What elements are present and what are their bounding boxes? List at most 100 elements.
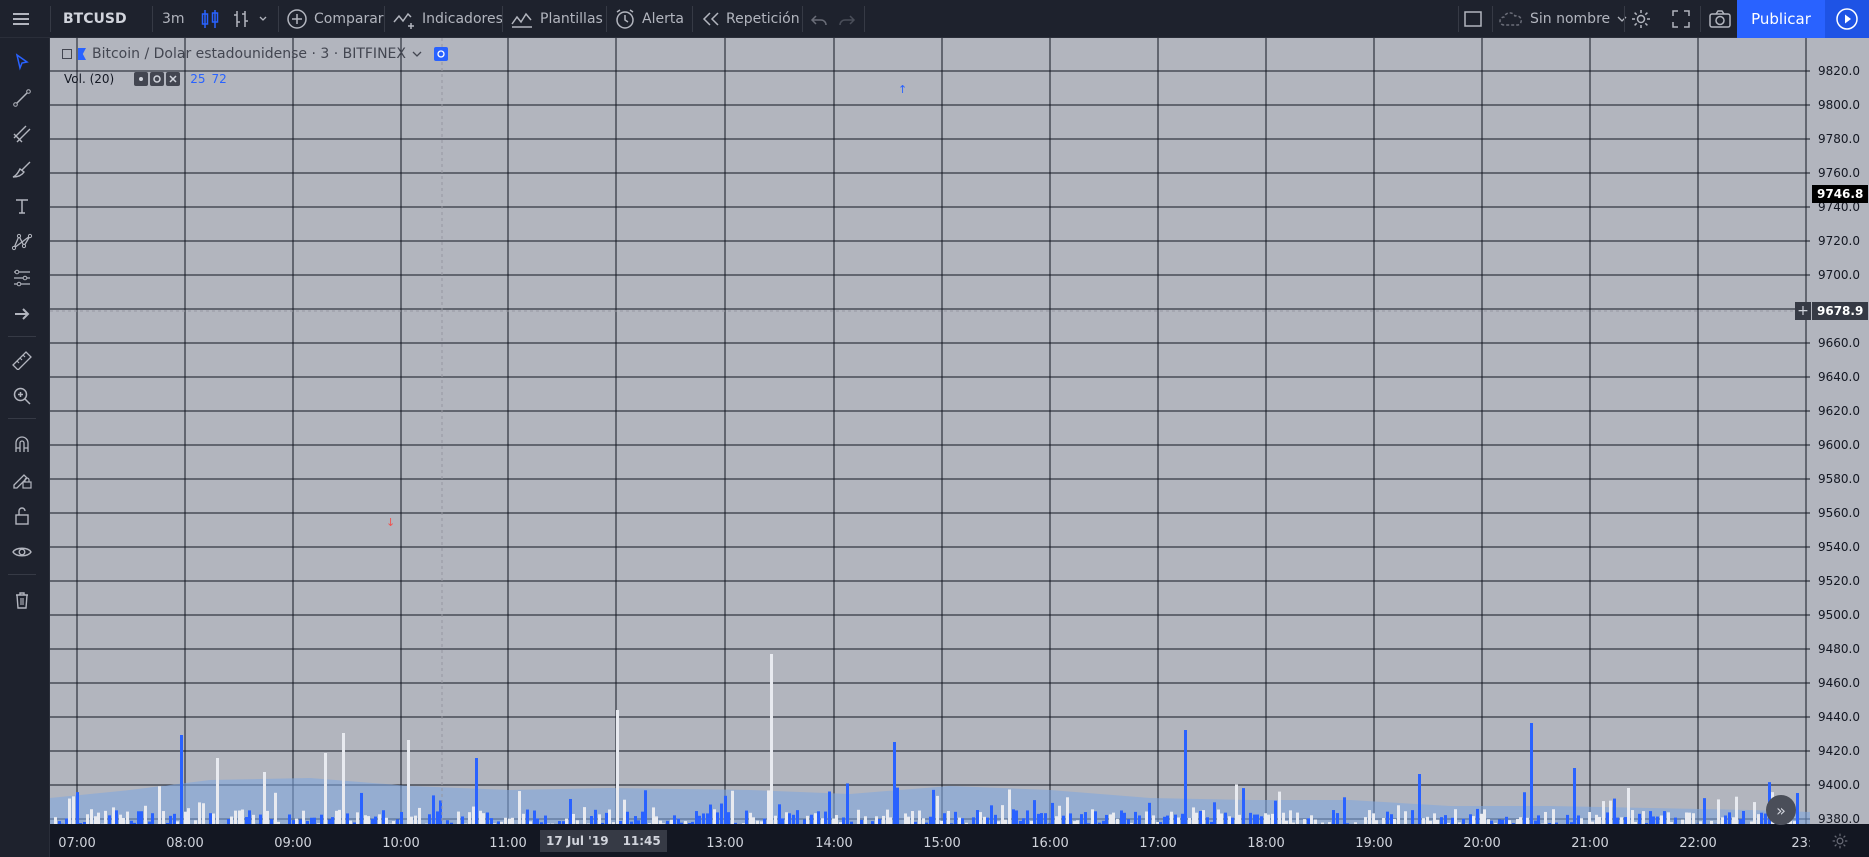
alert-button[interactable]: Alerta bbox=[614, 0, 684, 38]
magnet-icon bbox=[15, 436, 29, 452]
crosshair-price-badge: 9678.9 bbox=[1812, 302, 1868, 320]
volume-bar bbox=[475, 758, 478, 824]
publish-button[interactable]: Publicar bbox=[1737, 0, 1825, 38]
text-tool[interactable] bbox=[0, 190, 44, 222]
time-tick-label: 07:00 bbox=[58, 836, 96, 851]
templates-button[interactable]: Plantillas bbox=[510, 0, 603, 38]
chart-style-dropdown[interactable] bbox=[232, 0, 268, 38]
series-legend[interactable]: Bitcoin / Dolar estadounidense · 3 · BIT… bbox=[62, 46, 448, 62]
gear-icon[interactable] bbox=[150, 72, 165, 86]
measure-tool[interactable] bbox=[0, 344, 44, 376]
arrow-tool[interactable] bbox=[0, 298, 44, 330]
collapse-legend-icon[interactable] bbox=[62, 49, 72, 59]
lock-draw-icon bbox=[13, 474, 32, 489]
indicators-button[interactable]: Indicadores bbox=[392, 0, 503, 38]
interval-button[interactable]: 3m bbox=[162, 0, 185, 38]
trash-icon bbox=[16, 592, 28, 609]
play-button[interactable] bbox=[1825, 0, 1869, 38]
brush-tool[interactable] bbox=[0, 154, 44, 186]
redo-button[interactable] bbox=[838, 0, 856, 38]
cursor-tool[interactable] bbox=[0, 46, 44, 78]
time-tick-label: 13:00 bbox=[706, 836, 744, 851]
volume-bar bbox=[1397, 805, 1400, 824]
volume-bar bbox=[1062, 815, 1065, 824]
volume-bar bbox=[1433, 813, 1436, 824]
candles-style-button[interactable] bbox=[200, 0, 220, 38]
volume-bar bbox=[954, 811, 957, 824]
scroll-to-realtime-button[interactable]: » bbox=[1766, 795, 1796, 825]
chart-pane[interactable]: ↑ ↓ bbox=[50, 38, 1810, 824]
volume-bar bbox=[288, 814, 291, 824]
stay-drawing-tool[interactable] bbox=[0, 464, 44, 496]
snapshot-button[interactable] bbox=[1708, 0, 1732, 38]
flag-icon[interactable] bbox=[78, 48, 86, 60]
time-tick-label: 11:00 bbox=[489, 836, 527, 851]
sync-icon[interactable] bbox=[433, 47, 448, 61]
time-scale[interactable]: 07:00 08:00 09:00 10:00 11:00 13:00 14:00 15:00… bbox=[50, 824, 1821, 857]
chevron-down-icon[interactable] bbox=[412, 49, 422, 59]
volume-bar bbox=[1044, 813, 1047, 824]
text-icon bbox=[16, 199, 28, 214]
fib-tool[interactable] bbox=[0, 262, 44, 294]
layout-name-dropdown[interactable]: Sin nombre bbox=[1498, 0, 1628, 38]
eye-icon[interactable] bbox=[134, 72, 149, 86]
fullscreen-button[interactable] bbox=[1670, 0, 1692, 38]
volume-bar bbox=[216, 758, 219, 824]
volume-bar bbox=[1166, 815, 1169, 824]
volume-bar bbox=[418, 807, 421, 824]
zoom-icon bbox=[13, 387, 31, 405]
menu-button[interactable] bbox=[10, 0, 32, 38]
scale-settings-button[interactable] bbox=[1810, 824, 1869, 857]
volume-bar bbox=[428, 814, 431, 824]
pattern-tool[interactable] bbox=[0, 226, 44, 258]
volume-bar bbox=[904, 813, 907, 824]
volume-bar bbox=[857, 809, 860, 824]
layout-button[interactable] bbox=[1462, 0, 1484, 38]
redo-icon bbox=[839, 15, 856, 26]
remove-drawings-tool[interactable] bbox=[0, 584, 44, 616]
trendline-tool[interactable] bbox=[0, 82, 44, 114]
volume-bar bbox=[875, 816, 878, 824]
volume-bar bbox=[115, 810, 118, 824]
volume-bar bbox=[1051, 802, 1054, 824]
volume-bar bbox=[432, 795, 435, 824]
volume-bar bbox=[1573, 768, 1576, 824]
volume-bar bbox=[1667, 812, 1670, 824]
pitchfork-tool[interactable] bbox=[0, 118, 44, 150]
symbol-search[interactable]: BTCUSD bbox=[63, 0, 127, 38]
volume-bar bbox=[828, 791, 831, 824]
add-plus-icon[interactable]: + bbox=[1795, 302, 1811, 320]
volume-bar bbox=[1588, 812, 1591, 824]
volume-bar bbox=[457, 811, 460, 824]
volume-bar bbox=[367, 816, 370, 824]
volume-bar bbox=[1418, 774, 1421, 824]
volume-bar bbox=[583, 807, 586, 824]
zoom-tool[interactable] bbox=[0, 380, 44, 412]
volume-bar bbox=[1224, 812, 1227, 824]
price-tick-label: 9580.0 bbox=[1818, 472, 1860, 486]
volume-bar bbox=[162, 811, 165, 824]
price-tick-label: 9440.0 bbox=[1818, 710, 1860, 724]
volume-bar bbox=[716, 812, 719, 824]
replay-button[interactable]: Repetición bbox=[702, 0, 800, 38]
time-tick-label: 09:00 bbox=[274, 836, 312, 851]
close-icon[interactable] bbox=[166, 72, 181, 86]
volume-bar bbox=[720, 803, 723, 824]
undo-button[interactable] bbox=[810, 0, 828, 38]
lock-drawings-tool[interactable] bbox=[0, 500, 44, 532]
volume-bar bbox=[1260, 816, 1263, 824]
settings-button[interactable] bbox=[1630, 0, 1652, 38]
hide-drawings-tool[interactable] bbox=[0, 536, 44, 568]
volume-bar bbox=[896, 787, 899, 824]
volume-bar bbox=[1310, 815, 1313, 824]
volume-bar bbox=[774, 815, 777, 824]
volume-bar bbox=[1199, 810, 1202, 824]
volume-bar bbox=[594, 809, 597, 824]
time-tick-label: 21:00 bbox=[1571, 836, 1609, 851]
series-title[interactable]: Bitcoin / Dolar estadounidense · 3 · BIT… bbox=[92, 46, 406, 62]
magnet-tool[interactable] bbox=[0, 428, 44, 460]
indicators-icon bbox=[393, 12, 414, 29]
compare-button[interactable]: Comparar bbox=[286, 0, 384, 38]
price-scale[interactable]: 9820.0 9800.0 9780.0 9760.0 9740.0 9720.0 9700… bbox=[1810, 38, 1869, 826]
volume-bar bbox=[1426, 816, 1429, 824]
